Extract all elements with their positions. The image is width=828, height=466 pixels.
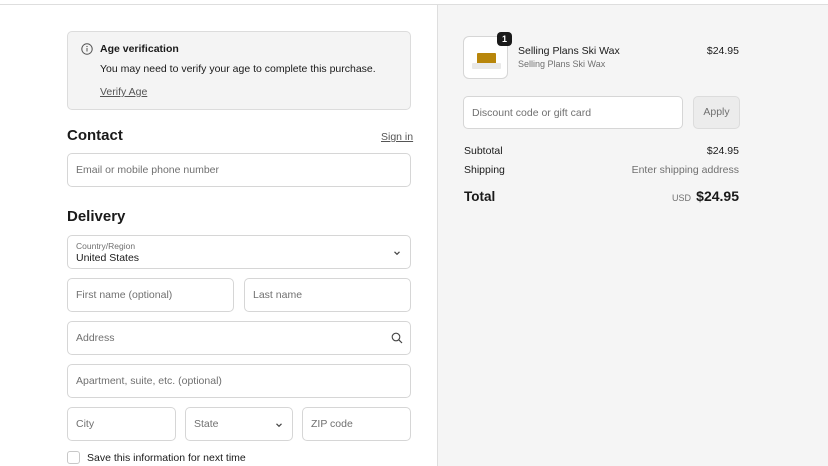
verify-age-link[interactable]: Verify Age [100,86,147,98]
subtotal-value: $24.95 [706,145,739,157]
notice-title: Age verification [100,43,179,55]
total-currency: USD [671,193,691,203]
apartment-placeholder: Apartment, suite, etc. (optional) [76,375,222,387]
search-icon [391,332,403,344]
discount-code-field[interactable]: Discount code or gift card [463,96,683,129]
last-name-placeholder: Last name [253,289,303,301]
apartment-field[interactable]: Apartment, suite, etc. (optional) [67,364,411,398]
city-placeholder: City [76,418,95,430]
country-select[interactable]: Country/Region United States [67,235,411,269]
country-label: Country/Region [76,241,136,251]
product-price: $24.95 [706,45,739,57]
product-name: Selling Plans Ski Wax [518,45,620,57]
save-info-checkbox[interactable] [67,451,80,464]
quantity-badge: 1 [497,32,512,46]
shipping-label: Shipping [464,164,505,176]
info-icon [81,43,93,55]
delivery-heading: Delivery [67,208,126,225]
total-value: $24.95 [696,188,739,204]
contact-heading: Contact [67,127,123,144]
chevron-down-icon [394,251,400,256]
first-name-field[interactable]: First name (optional) [67,278,234,312]
subtotal-label: Subtotal [464,145,503,157]
sign-in-link[interactable]: Sign in [381,131,413,143]
age-verification-notice: Age verification You may need to verify … [67,31,411,110]
first-name-placeholder: First name (optional) [76,289,173,301]
total-label: Total [464,189,496,204]
email-field[interactable]: Email or mobile phone number [67,153,411,187]
last-name-field[interactable]: Last name [244,278,411,312]
address-field[interactable]: Address [67,321,411,355]
discount-placeholder: Discount code or gift card [472,106,592,119]
ski-wax-tray [472,63,501,69]
city-field[interactable]: City [67,407,176,441]
state-placeholder: State [194,418,219,430]
product-variant: Selling Plans Ski Wax [518,59,606,69]
apply-button[interactable]: Apply [693,96,740,129]
address-placeholder: Address [76,332,115,344]
email-placeholder: Email or mobile phone number [76,164,219,176]
country-value: United States [76,252,140,264]
zip-placeholder: ZIP code [311,418,353,430]
zip-code-field[interactable]: ZIP code [302,407,411,441]
chevron-down-icon [276,423,282,428]
shipping-value: Enter shipping address [631,164,739,176]
state-select[interactable]: State [185,407,293,441]
save-info-label: Save this information for next time [87,452,246,464]
notice-message: You may need to verify your age to compl… [100,63,376,75]
